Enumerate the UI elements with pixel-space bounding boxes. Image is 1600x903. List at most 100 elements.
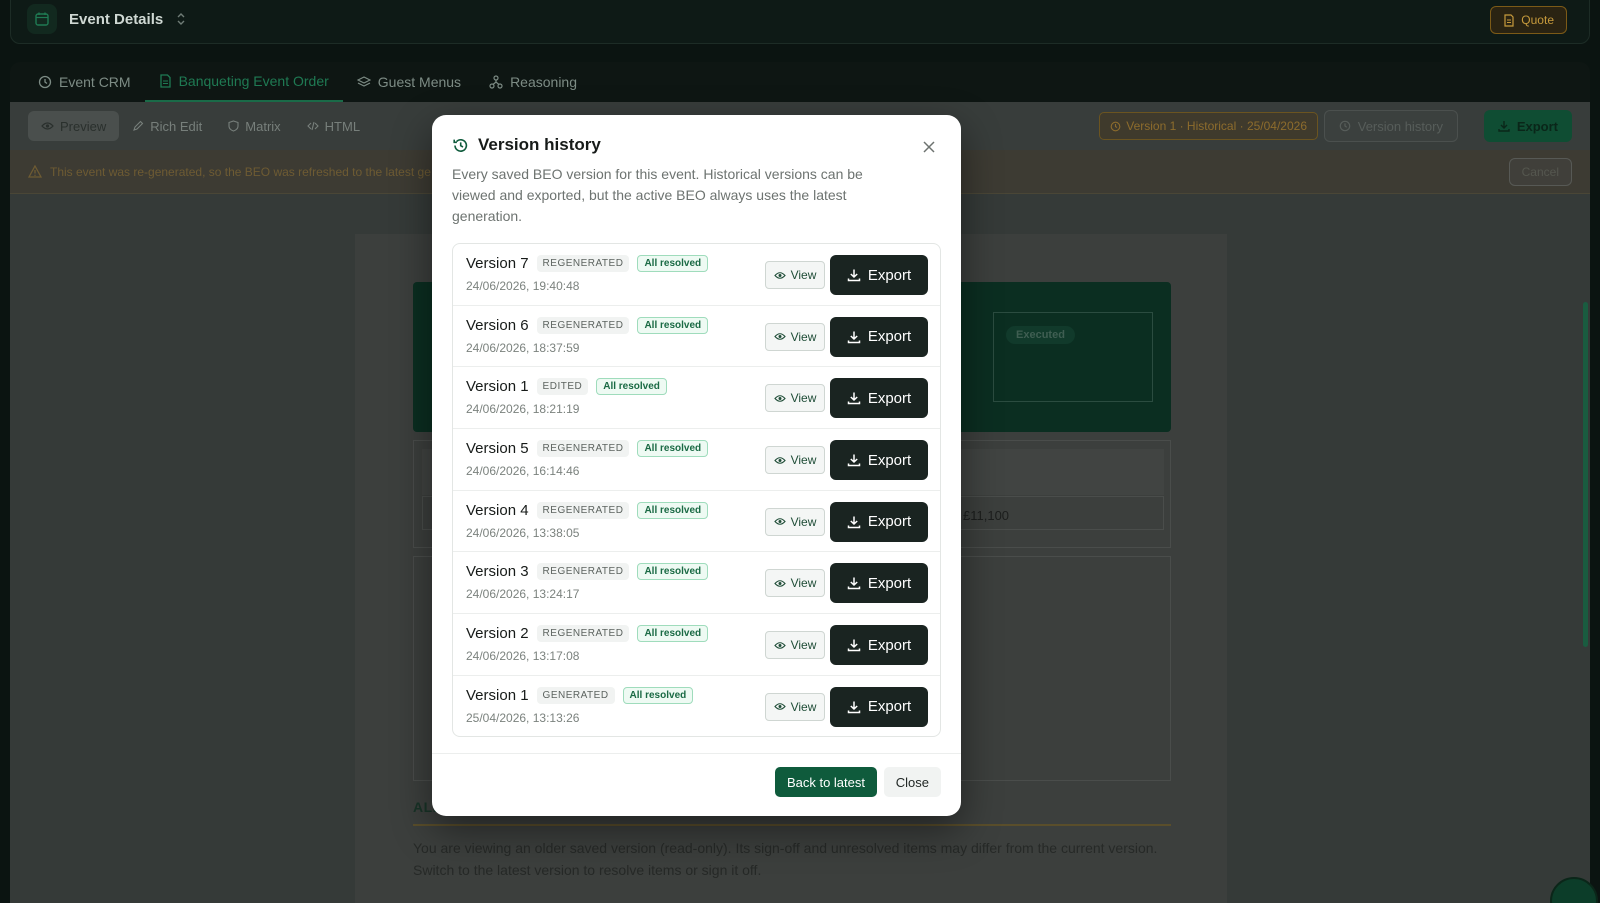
download-icon (847, 453, 861, 467)
version-kind-badge: REGENERATED (536, 316, 630, 334)
export-version-button[interactable]: Export (830, 440, 928, 481)
export-version-button[interactable]: Export (830, 563, 928, 604)
version-heading: Version 5 REGENERATED All resolved (466, 440, 709, 458)
export-version-button[interactable]: Export (830, 501, 928, 542)
view-button[interactable]: View (765, 322, 825, 351)
export-label: Export (867, 266, 912, 284)
view-label: View (790, 514, 817, 529)
eye-icon (773, 517, 786, 526)
version-name: Version 7 (466, 255, 529, 272)
version-timestamp: 25/04/2026, 13:13:26 (466, 710, 580, 725)
export-label: Export (867, 574, 912, 592)
version-row: Version 3 REGENERATED All resolved 24/06… (453, 552, 940, 615)
export-version-button[interactable]: Export (830, 378, 928, 419)
version-kind-badge: REGENERATED (536, 501, 630, 519)
eye-icon (773, 579, 786, 588)
download-icon (847, 391, 861, 405)
download-icon (847, 268, 861, 282)
dialog-footer-divider (432, 753, 961, 754)
download-icon (847, 576, 861, 590)
view-button[interactable]: View (765, 261, 825, 289)
status-badge: All resolved (596, 378, 667, 396)
version-name: Version 1 (466, 686, 529, 704)
version-name: Version 5 (466, 440, 529, 458)
version-name: Version 4 (466, 501, 529, 519)
view-label: View (790, 576, 817, 591)
version-row: Version 5 REGENERATED All resolved 24/06… (453, 429, 940, 491)
version-timestamp: 24/06/2026, 16:14:46 (466, 464, 580, 479)
eye-icon (773, 702, 786, 711)
export-label: Export (867, 513, 912, 531)
version-timestamp: 24/06/2026, 18:37:59 (466, 340, 580, 355)
download-icon (847, 700, 861, 714)
close-button[interactable]: Close (883, 767, 941, 797)
view-label: View (790, 453, 817, 468)
close-icon[interactable] (919, 137, 939, 157)
export-version-button[interactable]: Export (830, 625, 928, 666)
status-badge: All resolved (622, 686, 694, 704)
dialog-description: Every saved BEO version for this event. … (452, 166, 863, 224)
download-icon (847, 638, 861, 652)
version-name: Version 6 (466, 316, 529, 334)
view-label: View (790, 638, 817, 653)
version-timestamp: 24/06/2026, 13:24:17 (466, 587, 580, 602)
view-button[interactable]: View (765, 384, 825, 413)
view-button[interactable]: View (765, 569, 825, 598)
export-version-button[interactable]: Export (830, 255, 928, 295)
export-version-button[interactable]: Export (830, 316, 928, 357)
version-kind-badge: GENERATED (536, 686, 615, 704)
version-kind-badge: EDITED (536, 378, 589, 396)
version-name: Version 1 (466, 378, 529, 396)
view-button[interactable]: View (765, 631, 825, 660)
version-row: Version 1 EDITED All resolved 24/06/2026… (453, 367, 940, 430)
status-badge: All resolved (637, 501, 709, 519)
eye-icon (773, 641, 786, 650)
view-button[interactable]: View (765, 446, 825, 475)
export-label: Export (867, 328, 912, 346)
view-label: View (790, 329, 817, 344)
status-badge: All resolved (637, 563, 709, 581)
version-row: Version 7 REGENERATED All resolved 24/06… (453, 244, 940, 306)
version-timestamp: 24/06/2026, 18:21:19 (466, 402, 580, 417)
version-row: Version 6 REGENERATED All resolved 24/06… (453, 306, 940, 368)
version-row: Version 2 REGENERATED All resolved 24/06… (453, 614, 940, 676)
eye-icon (773, 332, 786, 341)
version-kind-badge: REGENERATED (536, 625, 630, 643)
view-button[interactable]: View (765, 507, 825, 536)
download-icon (847, 330, 861, 344)
version-kind-badge: REGENERATED (536, 440, 630, 458)
version-kind-badge: REGENERATED (536, 255, 630, 272)
export-label: Export (867, 636, 912, 654)
view-label: View (790, 268, 817, 282)
version-name: Version 2 (466, 625, 529, 643)
status-badge: All resolved (637, 316, 709, 334)
version-heading: Version 4 REGENERATED All resolved (466, 501, 709, 519)
version-row: Version 4 REGENERATED All resolved 24/06… (453, 491, 940, 553)
view-button[interactable]: View (765, 692, 825, 721)
eye-icon (773, 271, 786, 280)
view-label: View (790, 391, 817, 406)
dialog-title: Version history (452, 135, 601, 155)
version-timestamp: 24/06/2026, 19:40:48 (466, 279, 580, 293)
history-icon (452, 137, 469, 154)
export-label: Export (867, 389, 912, 407)
version-heading: Version 7 REGENERATED All resolved (466, 255, 709, 272)
version-timestamp: 24/06/2026, 13:38:05 (466, 525, 580, 540)
version-heading: Version 1 EDITED All resolved (466, 378, 667, 396)
version-heading: Version 2 REGENERATED All resolved (466, 625, 709, 643)
version-history-dialog: Version history Every saved BEO version … (432, 115, 961, 816)
download-icon (847, 515, 861, 529)
export-version-button[interactable]: Export (830, 686, 928, 727)
version-list: Version 7 REGENERATED All resolved 24/06… (452, 243, 941, 737)
eye-icon (773, 456, 786, 465)
back-to-latest-button[interactable]: Back to latest (774, 767, 877, 797)
eye-icon (773, 394, 786, 403)
export-label: Export (867, 698, 912, 716)
export-label: Export (867, 451, 912, 469)
status-badge: All resolved (637, 255, 709, 272)
version-kind-badge: REGENERATED (536, 563, 630, 581)
version-heading: Version 3 REGENERATED All resolved (466, 563, 709, 581)
version-timestamp: 24/06/2026, 13:17:08 (466, 649, 580, 664)
status-badge: All resolved (637, 440, 709, 458)
version-heading: Version 6 REGENERATED All resolved (466, 316, 709, 334)
